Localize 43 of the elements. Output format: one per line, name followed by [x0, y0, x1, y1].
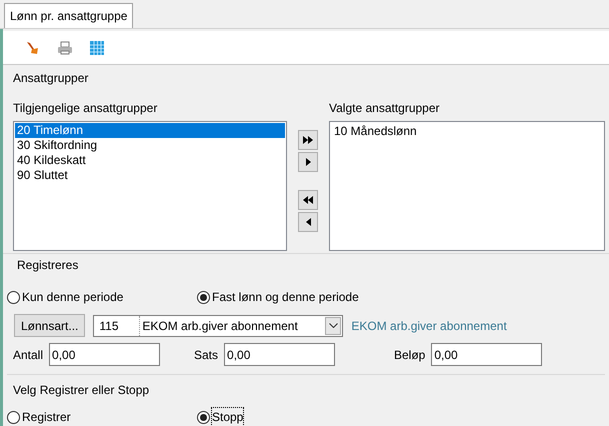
double-left-arrow-icon — [303, 196, 313, 204]
number-field[interactable]: 0,00 — [431, 343, 542, 366]
wage-type-button[interactable]: Lønnsart... — [14, 314, 86, 337]
wage-type-note: EKOM arb.giver abonnement — [351, 318, 507, 334]
printer-icon[interactable] — [57, 40, 73, 56]
field-label: Sats — [194, 346, 218, 364]
move-button[interactable] — [298, 190, 318, 210]
section-title: Velg Registrer eller Stopp — [13, 383, 150, 397]
move-button[interactable] — [298, 212, 318, 232]
brush-icon[interactable] — [25, 40, 41, 56]
move-button[interactable] — [298, 130, 318, 150]
move-button[interactable] — [298, 152, 318, 172]
list-item[interactable]: 10 Månedslønn — [332, 124, 602, 139]
list-item[interactable]: 20 Timelønn — [15, 123, 285, 138]
tab[interactable]: Lønn pr. ansattgruppe — [4, 3, 134, 28]
field-label: Beløp — [394, 346, 426, 364]
right-arrow-icon — [306, 158, 310, 166]
grid-icon[interactable] — [89, 40, 105, 56]
radio-button[interactable] — [197, 410, 210, 424]
field-label: Antall — [13, 346, 44, 364]
radio-option[interactable]: Registrer — [7, 408, 197, 426]
section-title: Ansattgrupper — [13, 70, 90, 87]
wage-code: 115 — [94, 316, 140, 336]
list-label: Valgte ansattgrupper — [329, 100, 441, 117]
list-item[interactable]: 40 Kildeskatt — [15, 153, 285, 168]
radio-button[interactable] — [7, 290, 20, 304]
list-item[interactable]: 90 Sluttet — [15, 168, 285, 183]
radio-button[interactable] — [197, 290, 210, 304]
wage-type-name: EKOM arb.giver abonnement — [141, 318, 299, 334]
list-item[interactable]: 30 Skiftordning — [15, 138, 285, 153]
left-arrow-icon — [306, 218, 310, 226]
radio-label: Registrer — [22, 409, 71, 426]
number-field[interactable]: 0,00 — [49, 343, 160, 366]
radio-option[interactable]: Stopp — [197, 408, 244, 426]
radio-label: Stopp — [212, 408, 244, 426]
radio-option[interactable]: Kun denne periode — [7, 288, 197, 306]
number-field[interactable]: 0,00 — [224, 343, 336, 366]
radio-button[interactable] — [7, 410, 20, 424]
list-label: Tilgjengelige ansattgrupper — [13, 100, 158, 117]
radio-label: Kun denne periode — [22, 289, 124, 306]
section-title: Registreres — [16, 257, 80, 274]
wage-type-dropdown[interactable]: 115 EKOM arb.giver abonnement — [93, 314, 344, 336]
double-right-arrow-icon — [303, 136, 313, 144]
